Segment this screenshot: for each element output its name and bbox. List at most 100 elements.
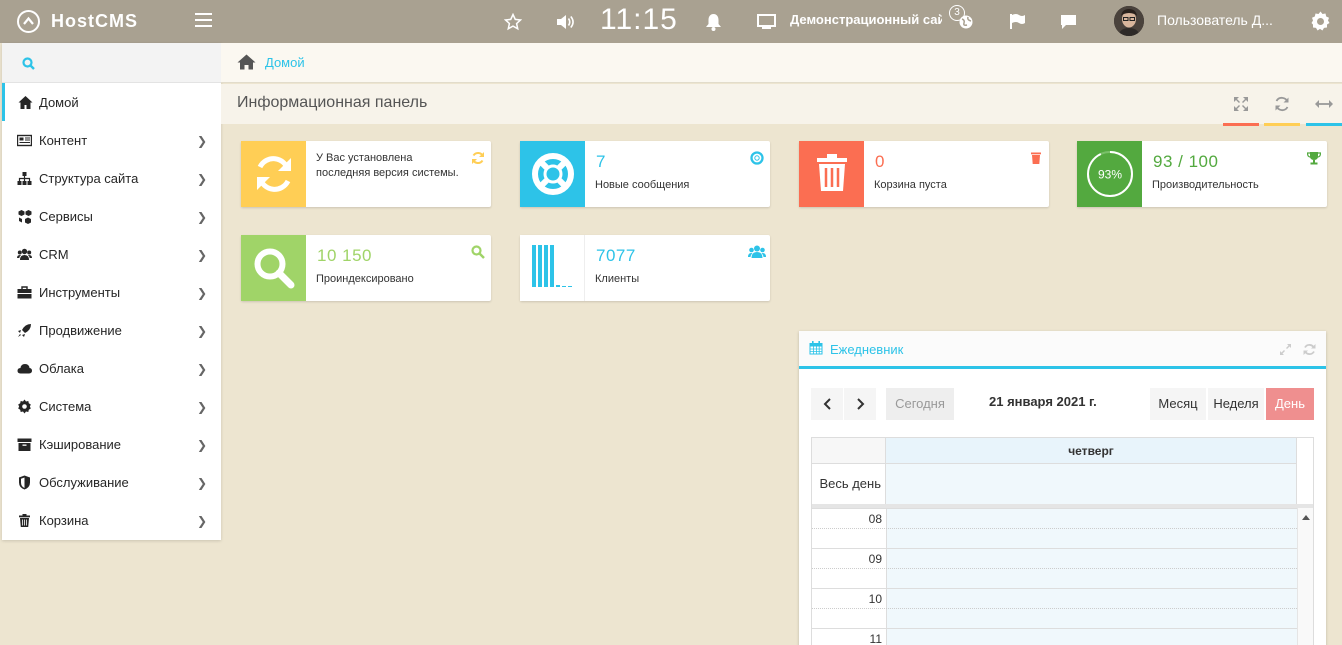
sidebar-search[interactable] (2, 43, 221, 83)
hour-row: 09 (812, 548, 1297, 568)
card-trash-side (799, 141, 864, 207)
sidebar-item-home[interactable]: Домой (2, 83, 221, 121)
sitemap-icon (17, 172, 32, 185)
next-button[interactable] (844, 388, 876, 420)
all-day-slot[interactable] (886, 464, 1297, 504)
card-indexed-side (241, 235, 306, 301)
calendar-current-date: 21 января 2021 г. (989, 394, 1097, 409)
card-update-line1: У Вас установлена (316, 152, 413, 164)
grid-corner-cell (812, 438, 886, 464)
sidebar-item-label: Кэширование (39, 437, 122, 452)
scroll-up-icon[interactable] (1302, 514, 1310, 520)
arrows-horizontal-icon (1315, 100, 1333, 108)
hour-row: 08 (812, 508, 1297, 528)
card-trash[interactable]: 0 Корзина пуста (799, 141, 1049, 207)
chevron-right-icon: ❯ (196, 362, 207, 376)
all-day-label: Весь день (812, 464, 886, 504)
logo-icon[interactable] (17, 10, 40, 33)
half-hour-row (812, 568, 1297, 588)
shield-icon (19, 475, 30, 490)
sidebar-item-label: Облака (39, 361, 84, 376)
volume-icon[interactable] (556, 14, 574, 30)
sidebar-item-system[interactable]: Система ❯ (2, 387, 221, 425)
calendar-widget: Ежедневник Сегодня 21 января 2021 г. Мес… (799, 331, 1326, 645)
search-icon (471, 245, 485, 259)
sidebar-item-trash[interactable]: Корзина ❯ (2, 501, 221, 539)
gear-icon[interactable] (1310, 11, 1331, 32)
search-icon[interactable] (22, 57, 35, 70)
star-icon[interactable] (504, 13, 522, 31)
card-messages-side (520, 141, 585, 207)
chevron-right-icon: ❯ (196, 286, 207, 300)
performance-score: 93 / 100 (1153, 152, 1219, 171)
performance-caption: Производительность (1152, 179, 1259, 191)
menu-toggle-icon[interactable] (195, 13, 212, 27)
trash-count: 0 (875, 152, 885, 171)
sidebar-item-label: Сервисы (39, 209, 93, 224)
sidebar-item-label: Система (39, 399, 92, 414)
sidebar-item-caching[interactable]: Кэширование ❯ (2, 425, 221, 463)
width-toggle-button[interactable] (1306, 92, 1342, 126)
archive-icon (17, 438, 32, 451)
site-selector[interactable]: Демонстрационный сайт (790, 12, 942, 27)
chevron-right-icon: ❯ (196, 248, 207, 262)
refresh-icon[interactable] (1303, 343, 1316, 356)
chevron-right-icon: ❯ (196, 400, 207, 414)
sidebar-item-label: Домой (39, 95, 79, 110)
fullscreen-button[interactable] (1223, 92, 1259, 126)
view-month-button[interactable]: Месяц (1150, 388, 1206, 420)
card-indexed[interactable]: 10 150 Проиндексировано (241, 235, 491, 301)
view-day-button[interactable]: День (1266, 388, 1314, 420)
users-icon (17, 248, 32, 260)
sidebar-item-content[interactable]: Контент ❯ (2, 121, 221, 159)
sidebar: Домой Контент ❯ Структура сайта ❯ Сервис… (2, 43, 221, 540)
expand-icon (1234, 97, 1248, 111)
expand-icon[interactable] (1279, 343, 1292, 356)
chevron-right-icon: ❯ (196, 438, 207, 452)
breadcrumb-home-link[interactable]: Домой (265, 55, 305, 70)
card-messages[interactable]: 7 Новые сообщения (520, 141, 770, 207)
sidebar-item-structure[interactable]: Структура сайта ❯ (2, 159, 221, 197)
rocket-icon (18, 324, 31, 337)
page-header: Информационная панель (221, 84, 1342, 126)
users-icon (748, 245, 766, 258)
card-performance[interactable]: 93% 93 / 100 Производительность (1077, 141, 1327, 207)
card-clients-side (520, 235, 585, 301)
half-hour-row (812, 528, 1297, 548)
time-grid: 08 09 10 11 (812, 508, 1313, 645)
briefcase-icon (17, 286, 32, 299)
chat-icon[interactable] (1060, 14, 1077, 30)
messages-caption: Новые сообщения (595, 179, 690, 191)
clients-sparkline (532, 245, 572, 287)
sidebar-item-tools[interactable]: Инструменты ❯ (2, 273, 221, 311)
sidebar-item-crm[interactable]: CRM ❯ (2, 235, 221, 273)
sidebar-item-promotion[interactable]: Продвижение ❯ (2, 311, 221, 349)
sidebar-item-services[interactable]: Сервисы ❯ (2, 197, 221, 235)
chevron-right-icon: ❯ (196, 210, 207, 224)
chevron-right-icon: ❯ (196, 324, 207, 338)
cloud-icon (17, 364, 32, 374)
trash-icon (817, 154, 847, 191)
chevron-right-icon: ❯ (196, 514, 207, 528)
card-clients[interactable]: 7077 Клиенты (520, 235, 770, 301)
clients-caption: Клиенты (595, 273, 640, 285)
time-scrollbar[interactable] (1297, 508, 1313, 645)
chevron-left-icon (823, 398, 831, 410)
bell-icon[interactable] (705, 13, 722, 31)
home-icon[interactable] (237, 54, 256, 70)
user-name[interactable]: Пользователь Д... (1157, 12, 1273, 28)
avatar[interactable] (1114, 6, 1144, 36)
refresh-button[interactable] (1264, 92, 1300, 126)
globe-icon[interactable] (959, 15, 973, 29)
monitor-icon[interactable] (757, 14, 776, 30)
logo-text[interactable]: HostCMS (51, 11, 138, 32)
sidebar-item-maintenance[interactable]: Обслуживание ❯ (2, 463, 221, 501)
today-button[interactable]: Сегодня (886, 388, 954, 420)
view-week-button[interactable]: Неделя (1208, 388, 1264, 420)
sidebar-item-label: Обслуживание (39, 475, 129, 490)
card-update[interactable]: У Вас установлена последняя версия систе… (241, 141, 491, 207)
sidebar-item-clouds[interactable]: Облака ❯ (2, 349, 221, 387)
chevron-right-icon: ❯ (196, 172, 207, 186)
prev-button[interactable] (811, 388, 843, 420)
flag-icon[interactable] (1009, 13, 1026, 30)
